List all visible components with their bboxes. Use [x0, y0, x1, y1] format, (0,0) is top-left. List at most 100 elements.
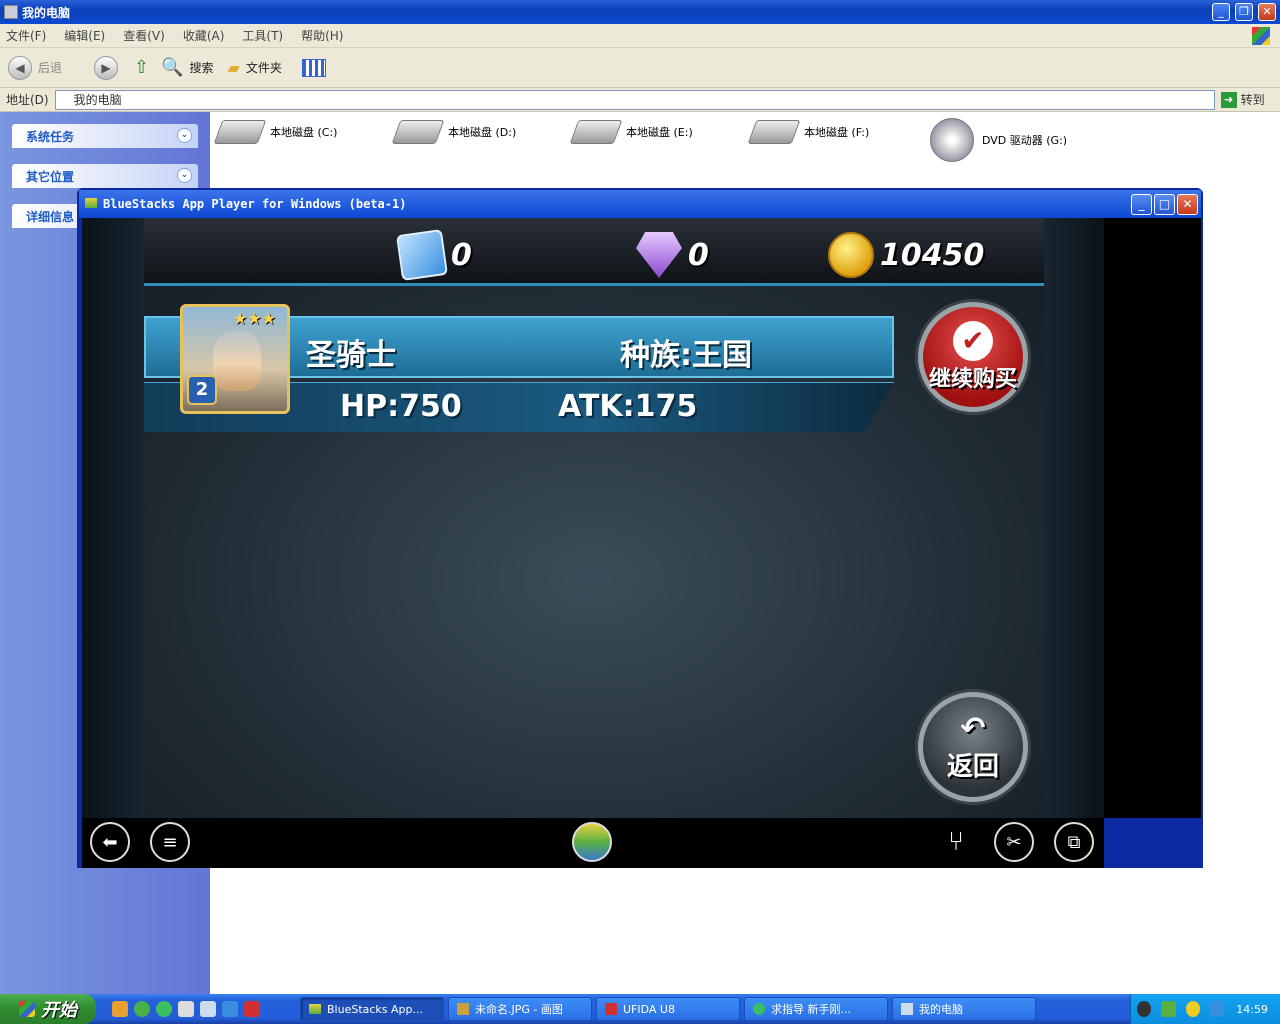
dvd-drive-icon: [930, 118, 974, 162]
nav-settings-icon[interactable]: ✂: [994, 822, 1034, 862]
task-my-computer[interactable]: 我的电脑: [892, 997, 1036, 1021]
drive-e[interactable]: 本地磁盘 (E:): [569, 120, 693, 144]
windows-flag-icon: [19, 1001, 35, 1017]
ufida-icon: [605, 1003, 617, 1015]
diamond-icon: [636, 232, 682, 278]
back-button[interactable]: 后退: [38, 59, 62, 76]
bluestacks-window: BlueStacks App Player for Windows (beta-…: [77, 188, 1203, 868]
task-ufida[interactable]: UFIDA U8: [596, 997, 740, 1021]
menu-favorites[interactable]: 收藏(A): [183, 27, 225, 44]
drive-label: DVD 驱动器 (G:): [982, 134, 1068, 147]
forward-arrow-icon[interactable]: ▶: [94, 55, 119, 80]
menu-view[interactable]: 查看(V): [123, 27, 165, 44]
gold-resource: 10450: [828, 232, 984, 278]
resource-bar: 0 0 10450: [144, 218, 1044, 286]
go-label: 转到: [1240, 93, 1265, 107]
drive-label: 本地磁盘 (C:): [270, 126, 338, 139]
task-browser[interactable]: 求指导 新手刚...: [744, 997, 888, 1021]
hard-drive-icon: [747, 120, 801, 144]
task-bluestacks[interactable]: BlueStacks App...: [300, 997, 444, 1021]
drive-f[interactable]: 本地磁盘 (F:): [747, 120, 869, 144]
gold-coin-icon: [828, 232, 874, 278]
return-arrow-icon: ↶: [960, 711, 986, 746]
qq-icon[interactable]: [1136, 1001, 1152, 1017]
menu-tools[interactable]: 工具(T): [242, 27, 283, 44]
quicklaunch-app-icon[interactable]: [156, 1001, 172, 1017]
views-icon[interactable]: [301, 58, 326, 77]
menu-edit[interactable]: 编辑(E): [64, 27, 105, 44]
taskbar: 开始 BlueStacks App... 未命名.JPG - 画图 UFIDA …: [0, 994, 1280, 1024]
unit-level-badge: 2: [187, 375, 217, 405]
quicklaunch-app-icon[interactable]: [134, 1001, 150, 1017]
menu-file[interactable]: 文件(F): [6, 27, 46, 44]
menu-bar: 文件(F) 编辑(E) 查看(V) 收藏(A) 工具(T) 帮助(H): [0, 24, 1280, 48]
tray-app-icon[interactable]: [1185, 1001, 1200, 1017]
restore-button[interactable]: ❐: [1235, 3, 1253, 21]
game-screen[interactable]: 0 0 10450 圣骑士 种族:王国 HP:750 ATK:175 ★★★ 2…: [82, 218, 1104, 818]
back-arrow-icon[interactable]: ◀: [8, 55, 32, 80]
right-ornament: [1044, 218, 1104, 818]
drive-label: 本地磁盘 (E:): [626, 126, 693, 139]
nav-share-icon[interactable]: ⑂: [936, 822, 976, 862]
quicklaunch-app-icon[interactable]: [178, 1001, 194, 1017]
continue-buy-button[interactable]: ✔ 继续购买: [918, 302, 1028, 412]
search-button[interactable]: 搜索: [190, 59, 214, 76]
bs-maximize-button[interactable]: □: [1154, 194, 1175, 215]
folders-button[interactable]: 文件夹: [246, 59, 282, 76]
bs-close-button[interactable]: ✕: [1177, 194, 1198, 215]
back-button-game[interactable]: ↶ 返回: [918, 692, 1028, 802]
quicklaunch-app-icon[interactable]: [112, 1001, 128, 1017]
system-tasks-panel[interactable]: 系统任务 ⌄: [12, 124, 198, 148]
up-folder-icon[interactable]: ⇧: [134, 57, 149, 78]
bluestacks-title: BlueStacks App Player for Windows (beta-…: [103, 197, 407, 211]
task-label: 我的电脑: [919, 1003, 963, 1016]
start-button[interactable]: 开始: [0, 994, 96, 1024]
card-resource: 0: [396, 229, 472, 281]
back-label: 返回: [946, 752, 999, 782]
go-button[interactable]: ➜ 转到: [1220, 91, 1265, 108]
system-tasks-label: 系统任务: [26, 129, 75, 144]
explorer-titlebar[interactable]: 我的电脑: [0, 0, 1280, 24]
start-label: 开始: [41, 1000, 77, 1021]
other-places-label: 其它位置: [26, 169, 75, 184]
drive-d[interactable]: 本地磁盘 (D:): [391, 120, 516, 144]
search-icon[interactable]: 🔍: [161, 57, 183, 78]
menu-help[interactable]: 帮助(H): [301, 27, 343, 44]
minimize-button[interactable]: _: [1212, 3, 1230, 21]
computer-icon: [901, 1003, 913, 1015]
nav-menu-icon[interactable]: ≡: [150, 822, 190, 862]
hard-drive-icon: [391, 120, 445, 144]
browser-icon: [753, 1003, 765, 1015]
tray-app-icon[interactable]: [1161, 1001, 1176, 1017]
quicklaunch-app-icon[interactable]: [244, 1001, 260, 1017]
drive-g[interactable]: DVD 驱动器 (G:): [930, 118, 1067, 162]
quicklaunch-app-icon[interactable]: [200, 1001, 216, 1017]
close-button[interactable]: ✕: [1258, 3, 1276, 21]
folder-icon[interactable]: ▰: [228, 58, 240, 77]
unit-portrait[interactable]: ★★★ 2: [180, 304, 290, 414]
task-paint[interactable]: 未命名.JPG - 画图: [448, 997, 592, 1021]
shield-icon[interactable]: [1209, 1001, 1225, 1017]
nav-home-icon[interactable]: [572, 822, 612, 862]
unit-name: 圣骑士: [306, 338, 396, 373]
go-arrow-icon: ➜: [1220, 91, 1237, 108]
bluestacks-titlebar[interactable]: BlueStacks App Player for Windows (beta-…: [79, 190, 1201, 218]
bluestacks-logo-icon: [85, 198, 97, 208]
rarity-stars: ★★★: [233, 309, 277, 328]
address-input[interactable]: 我的电脑: [54, 89, 1215, 110]
nav-window-icon[interactable]: ⧉: [1054, 822, 1094, 862]
left-ornament: [82, 218, 144, 818]
window-title: 我的电脑: [22, 5, 71, 20]
chevron-down-icon[interactable]: ⌄: [177, 168, 192, 183]
other-places-panel[interactable]: 其它位置 ⌄: [12, 164, 198, 188]
bs-minimize-button[interactable]: _: [1131, 194, 1152, 215]
continue-buy-label: 继续购买: [928, 367, 1017, 392]
task-label: UFIDA U8: [623, 1002, 675, 1016]
chevron-down-icon[interactable]: ⌄: [177, 128, 192, 143]
drive-c[interactable]: 本地磁盘 (C:): [213, 120, 338, 144]
checkmark-icon: ✔: [953, 321, 993, 361]
nav-back-icon[interactable]: ⬅: [90, 822, 130, 862]
letterbox-area: [1104, 218, 1201, 818]
quicklaunch-app-icon[interactable]: [222, 1001, 238, 1017]
task-label: 未命名.JPG - 画图: [475, 1003, 563, 1016]
